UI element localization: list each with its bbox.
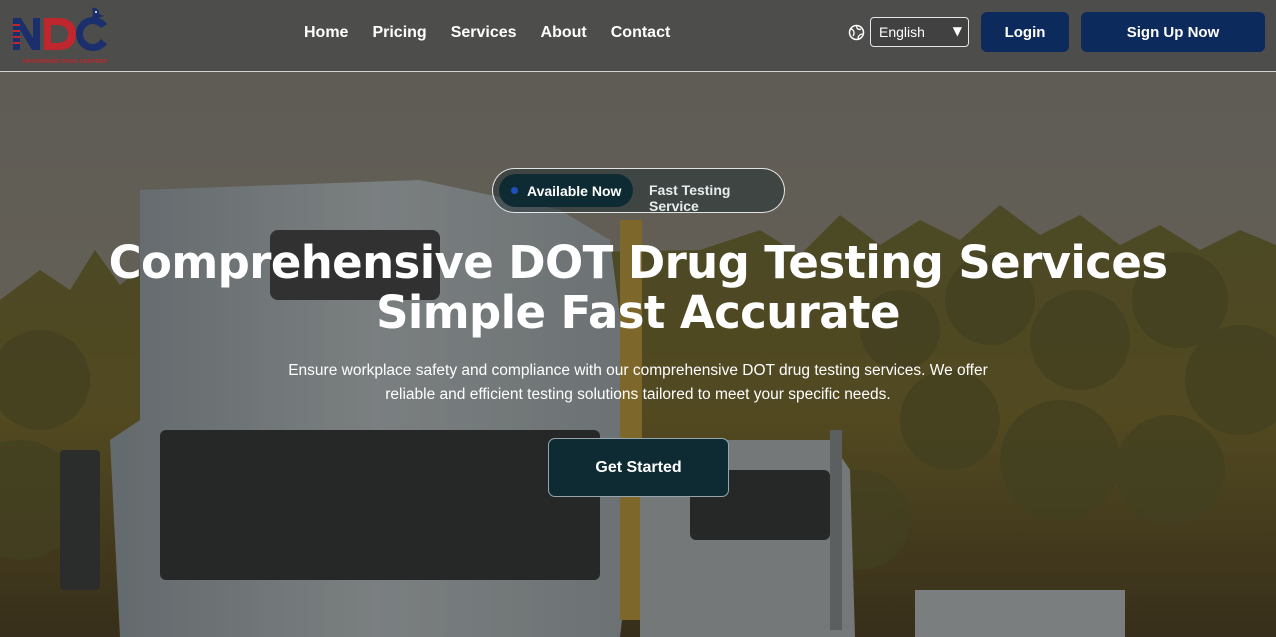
status-label: Available Now	[527, 182, 622, 199]
hero-description: Ensure workplace safety and compliance w…	[288, 362, 988, 403]
main-nav: Home Pricing Services About Contact	[304, 23, 670, 43]
headline-line-1: Comprehensive DOT Drug Testing Services	[108, 236, 1168, 289]
logo-caption: NATIONWIDE DRUG CENTERS	[23, 59, 108, 65]
chevron-down-icon: ▼	[952, 24, 962, 38]
nav-services-link[interactable]: Services	[451, 23, 517, 43]
brand-logo[interactable]: NATIONWIDE DRUG CENTERS	[10, 6, 114, 65]
nav-home-link[interactable]: Home	[304, 23, 348, 43]
status-dot-icon	[511, 187, 518, 194]
service-label: Fast Testing Service	[649, 182, 731, 214]
globe-icon	[848, 24, 865, 41]
language-select[interactable]: English ▼	[870, 17, 969, 47]
language-selected-value: English	[879, 24, 925, 40]
login-button[interactable]: Login	[981, 12, 1069, 52]
get-started-button[interactable]: Get Started	[548, 438, 729, 497]
nav-about-link[interactable]: About	[541, 23, 587, 43]
nav-contact-link[interactable]: Contact	[611, 23, 671, 43]
site-header: NATIONWIDE DRUG CENTERS Home Pricing Ser…	[0, 0, 1276, 72]
nav-pricing-link[interactable]: Pricing	[372, 23, 426, 43]
headline-line-2: Simple Fast Accurate	[376, 286, 900, 339]
availability-badge: Available Now Fast Testing Service	[492, 168, 785, 214]
hero-headline: Comprehensive DOT Drug Testing Services …	[0, 238, 1276, 338]
status-badge: Available Now	[499, 174, 633, 207]
sign-up-button[interactable]: Sign Up Now	[1081, 12, 1265, 52]
